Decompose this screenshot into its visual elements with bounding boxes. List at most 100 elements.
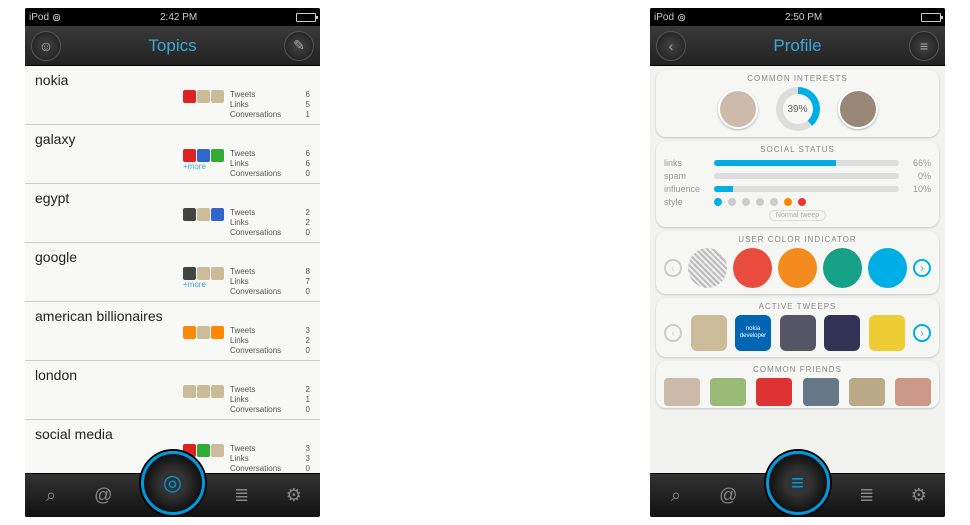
battery-icon	[296, 13, 316, 22]
tab-settings-icon[interactable]: ⚙	[906, 483, 932, 509]
color-swatch-none[interactable]	[688, 248, 727, 288]
topic-name: london	[35, 367, 310, 383]
topic-avatars	[183, 385, 224, 398]
social-status-card: SOCIAL STATUS links 66% spam 0% influenc…	[656, 141, 939, 227]
next-color-button[interactable]: ›	[913, 259, 931, 277]
tab-list-icon[interactable]: ≣	[229, 483, 255, 509]
source-avatar	[183, 208, 196, 221]
topic-name: nokia	[35, 72, 310, 88]
friend-avatar[interactable]	[895, 378, 931, 406]
tab-search-icon[interactable]: ⌕	[38, 483, 64, 509]
tab-mentions-icon[interactable]: @	[90, 483, 116, 509]
friend-avatar[interactable]	[664, 378, 700, 406]
phone-topics: iPod 2:42 PM ☺ Topics ✎ nokia Tweets6 Li…	[25, 8, 320, 517]
page-title: Topics	[148, 36, 196, 56]
topic-stats: Tweets3 Links3 Conversations0	[230, 444, 310, 473]
ss-value: 66%	[905, 158, 931, 168]
compose-button[interactable]: ✎	[284, 31, 314, 61]
source-avatar	[183, 385, 196, 398]
status-bar: iPod 2:42 PM	[25, 8, 320, 26]
profile-button[interactable]: ☺	[31, 31, 61, 61]
prev-tweeps-button[interactable]: ‹	[664, 324, 682, 342]
card-title: ACTIVE TWEEPS	[664, 302, 931, 311]
tweep-avatar[interactable]	[869, 315, 905, 351]
topic-row[interactable]: nokia Tweets6 Links5 Conversations1	[25, 66, 320, 125]
friend-avatar[interactable]	[849, 378, 885, 406]
topic-row[interactable]: american billionaires Tweets3 Links2 Con…	[25, 302, 320, 361]
topic-stats: Tweets6 Links6 Conversations0	[230, 149, 310, 179]
color-swatch-blue[interactable]	[868, 248, 907, 288]
tweep-avatar-nokia[interactable]: nokia developer	[735, 315, 771, 351]
color-swatch-red[interactable]	[733, 248, 772, 288]
topic-row[interactable]: london Tweets2 Links1 Conversations0	[25, 361, 320, 420]
topic-name: social media	[35, 426, 310, 442]
friend-avatar[interactable]	[756, 378, 792, 406]
topic-avatars	[183, 267, 224, 280]
tweep-avatar[interactable]	[824, 315, 860, 351]
source-avatar	[183, 326, 196, 339]
battery-icon	[921, 13, 941, 22]
nav-bar: ‹ Profile ≡	[650, 26, 945, 66]
topic-stats: Tweets3 Links2 Conversations0	[230, 326, 310, 356]
back-button[interactable]: ‹	[656, 31, 686, 61]
wifi-icon	[677, 11, 686, 24]
source-avatar	[197, 267, 210, 280]
ss-value: 0%	[905, 171, 931, 181]
tab-bar: ⌕ @ ≣ ⚙ ≡	[650, 473, 945, 517]
next-tweeps-button[interactable]: ›	[913, 324, 931, 342]
ss-label: links	[664, 158, 708, 168]
nav-bar: ☺ Topics ✎	[25, 26, 320, 66]
style-pill: Normal tweep	[769, 210, 826, 221]
friend-avatar[interactable]	[710, 378, 746, 406]
clock: 2:42 PM	[160, 12, 197, 23]
menu-button[interactable]: ≡	[909, 31, 939, 61]
source-avatar	[211, 326, 224, 339]
source-avatar	[197, 326, 210, 339]
tab-search-icon[interactable]: ⌕	[663, 483, 689, 509]
tab-list-icon[interactable]: ≣	[854, 483, 880, 509]
topic-stats: Tweets8 Links7 Conversations0	[230, 267, 310, 297]
topic-row[interactable]: galaxy +more Tweets6 Links6 Conversation…	[25, 125, 320, 184]
color-swatch-teal[interactable]	[823, 248, 862, 288]
tab-settings-icon[interactable]: ⚙	[281, 483, 307, 509]
topic-stats: Tweets2 Links1 Conversations0	[230, 385, 310, 415]
source-avatar	[197, 385, 210, 398]
topic-avatars	[183, 326, 224, 339]
topic-row[interactable]: egypt Tweets2 Links2 Conversations0	[25, 184, 320, 243]
more-link[interactable]: +more	[183, 162, 224, 171]
source-avatar	[197, 90, 210, 103]
common-interests-card: COMMON INTERESTS 39%	[656, 70, 939, 137]
source-avatar	[183, 267, 196, 280]
tab-mentions-icon[interactable]: @	[715, 483, 741, 509]
card-title: USER COLOR INDICATOR	[664, 235, 931, 244]
avatar-self[interactable]	[718, 89, 758, 129]
ss-bar	[714, 173, 899, 179]
card-title: COMMON INTERESTS	[664, 74, 931, 83]
prev-color-button[interactable]: ‹	[664, 259, 682, 277]
center-dial-button[interactable]: ≡	[766, 451, 830, 515]
tweep-avatar[interactable]	[691, 315, 727, 351]
friend-avatar[interactable]	[803, 378, 839, 406]
tweep-avatar[interactable]	[780, 315, 816, 351]
source-avatar	[197, 149, 210, 162]
device-label: iPod	[29, 12, 49, 23]
source-avatar	[211, 385, 224, 398]
profile-content: COMMON INTERESTS 39% SOCIAL STATUS links…	[650, 66, 945, 473]
topic-avatars	[183, 149, 224, 162]
page-title: Profile	[773, 36, 821, 56]
ss-bar	[714, 186, 899, 192]
social-status-row: influence 10%	[664, 184, 931, 194]
topic-row[interactable]: google +more Tweets8 Links7 Conversation…	[25, 243, 320, 302]
tab-bar: ⌕ @ ≣ ⚙ ◎	[25, 473, 320, 517]
topic-name: galaxy	[35, 131, 310, 147]
center-dial-button[interactable]: ◎	[141, 451, 205, 515]
avatar-other[interactable]	[838, 89, 878, 129]
more-link[interactable]: +more	[183, 280, 224, 289]
ss-bar	[714, 160, 899, 166]
source-avatar	[211, 444, 224, 457]
topic-name: egypt	[35, 190, 310, 206]
source-avatar	[197, 208, 210, 221]
color-swatch-orange[interactable]	[778, 248, 817, 288]
ss-label: influence	[664, 184, 708, 194]
social-status-row: spam 0%	[664, 171, 931, 181]
